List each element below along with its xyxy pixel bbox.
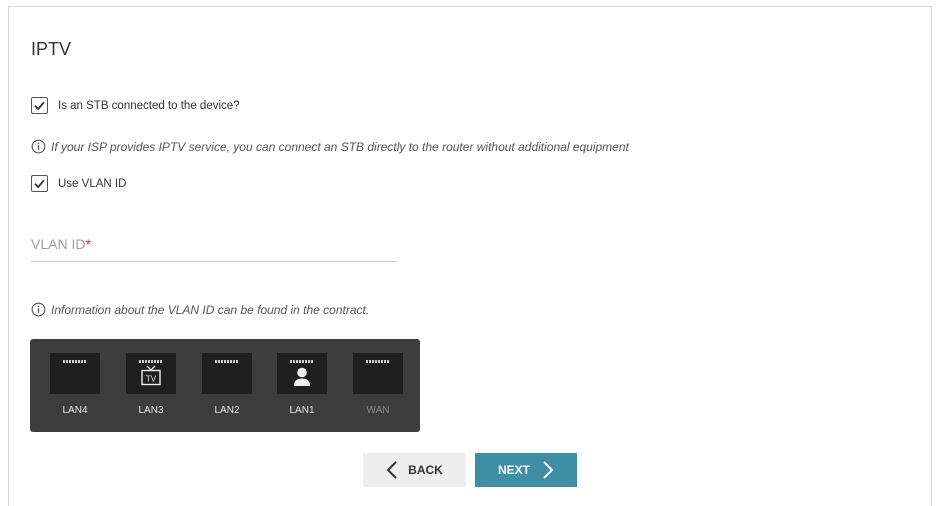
chevron-right-icon (543, 461, 554, 479)
port-label: LAN3 (138, 405, 164, 416)
port-pins (366, 360, 390, 363)
port-label: WAN (366, 405, 390, 416)
chevron-left-icon (386, 461, 397, 479)
port-pins (139, 360, 163, 363)
vlan-checkbox-row[interactable]: Use VLAN ID (31, 175, 126, 192)
port-label: LAN2 (214, 405, 240, 416)
port-socket (277, 353, 327, 394)
next-button[interactable]: NEXT (475, 453, 577, 487)
tv-icon: TV (141, 365, 161, 386)
port-panel: LAN4 TV LAN3 LAN2 LAN1 WAN (30, 339, 420, 432)
port-socket (202, 353, 252, 394)
stb-info-text: If your ISP provides IPTV service, you c… (51, 139, 629, 154)
back-button-label: BACK (408, 463, 443, 477)
stb-checkbox-row[interactable]: Is an STB connected to the device? (31, 97, 240, 114)
wizard-panel: IPTV Is an STB connected to the device? … (8, 6, 932, 506)
vlan-info-text: Information about the VLAN ID can be fou… (51, 302, 370, 317)
user-icon (294, 367, 310, 386)
port-socket (50, 353, 100, 394)
back-button[interactable]: BACK (363, 453, 466, 487)
stb-checkbox[interactable] (31, 97, 48, 114)
info-icon (31, 302, 46, 317)
port-pins (215, 360, 239, 363)
port-pins (290, 360, 314, 363)
stb-checkbox-label: Is an STB connected to the device? (58, 99, 240, 112)
page-title: IPTV (31, 39, 72, 59)
vlan-id-field[interactable]: VLAN ID* (31, 229, 397, 262)
port-pins (63, 360, 87, 363)
vlan-checkbox-label: Use VLAN ID (58, 177, 127, 190)
required-mark: * (85, 236, 91, 252)
checkmark-icon (34, 101, 45, 111)
port-socket: TV (126, 353, 176, 394)
next-button-label: NEXT (497, 463, 530, 477)
port-socket (353, 353, 403, 394)
tv-icon-text: TV (146, 375, 157, 384)
vlan-id-label-text: VLAN ID (31, 236, 86, 252)
checkmark-icon (34, 179, 45, 189)
port-label: LAN1 (289, 405, 315, 416)
vlan-id-label: VLAN ID* (31, 236, 91, 252)
vlan-info-note: Information about the VLAN ID can be fou… (31, 302, 369, 317)
stb-info-note: If your ISP provides IPTV service, you c… (31, 139, 629, 154)
port-label: LAN4 (62, 405, 88, 416)
vlan-checkbox[interactable] (31, 175, 48, 192)
info-icon (31, 139, 46, 154)
